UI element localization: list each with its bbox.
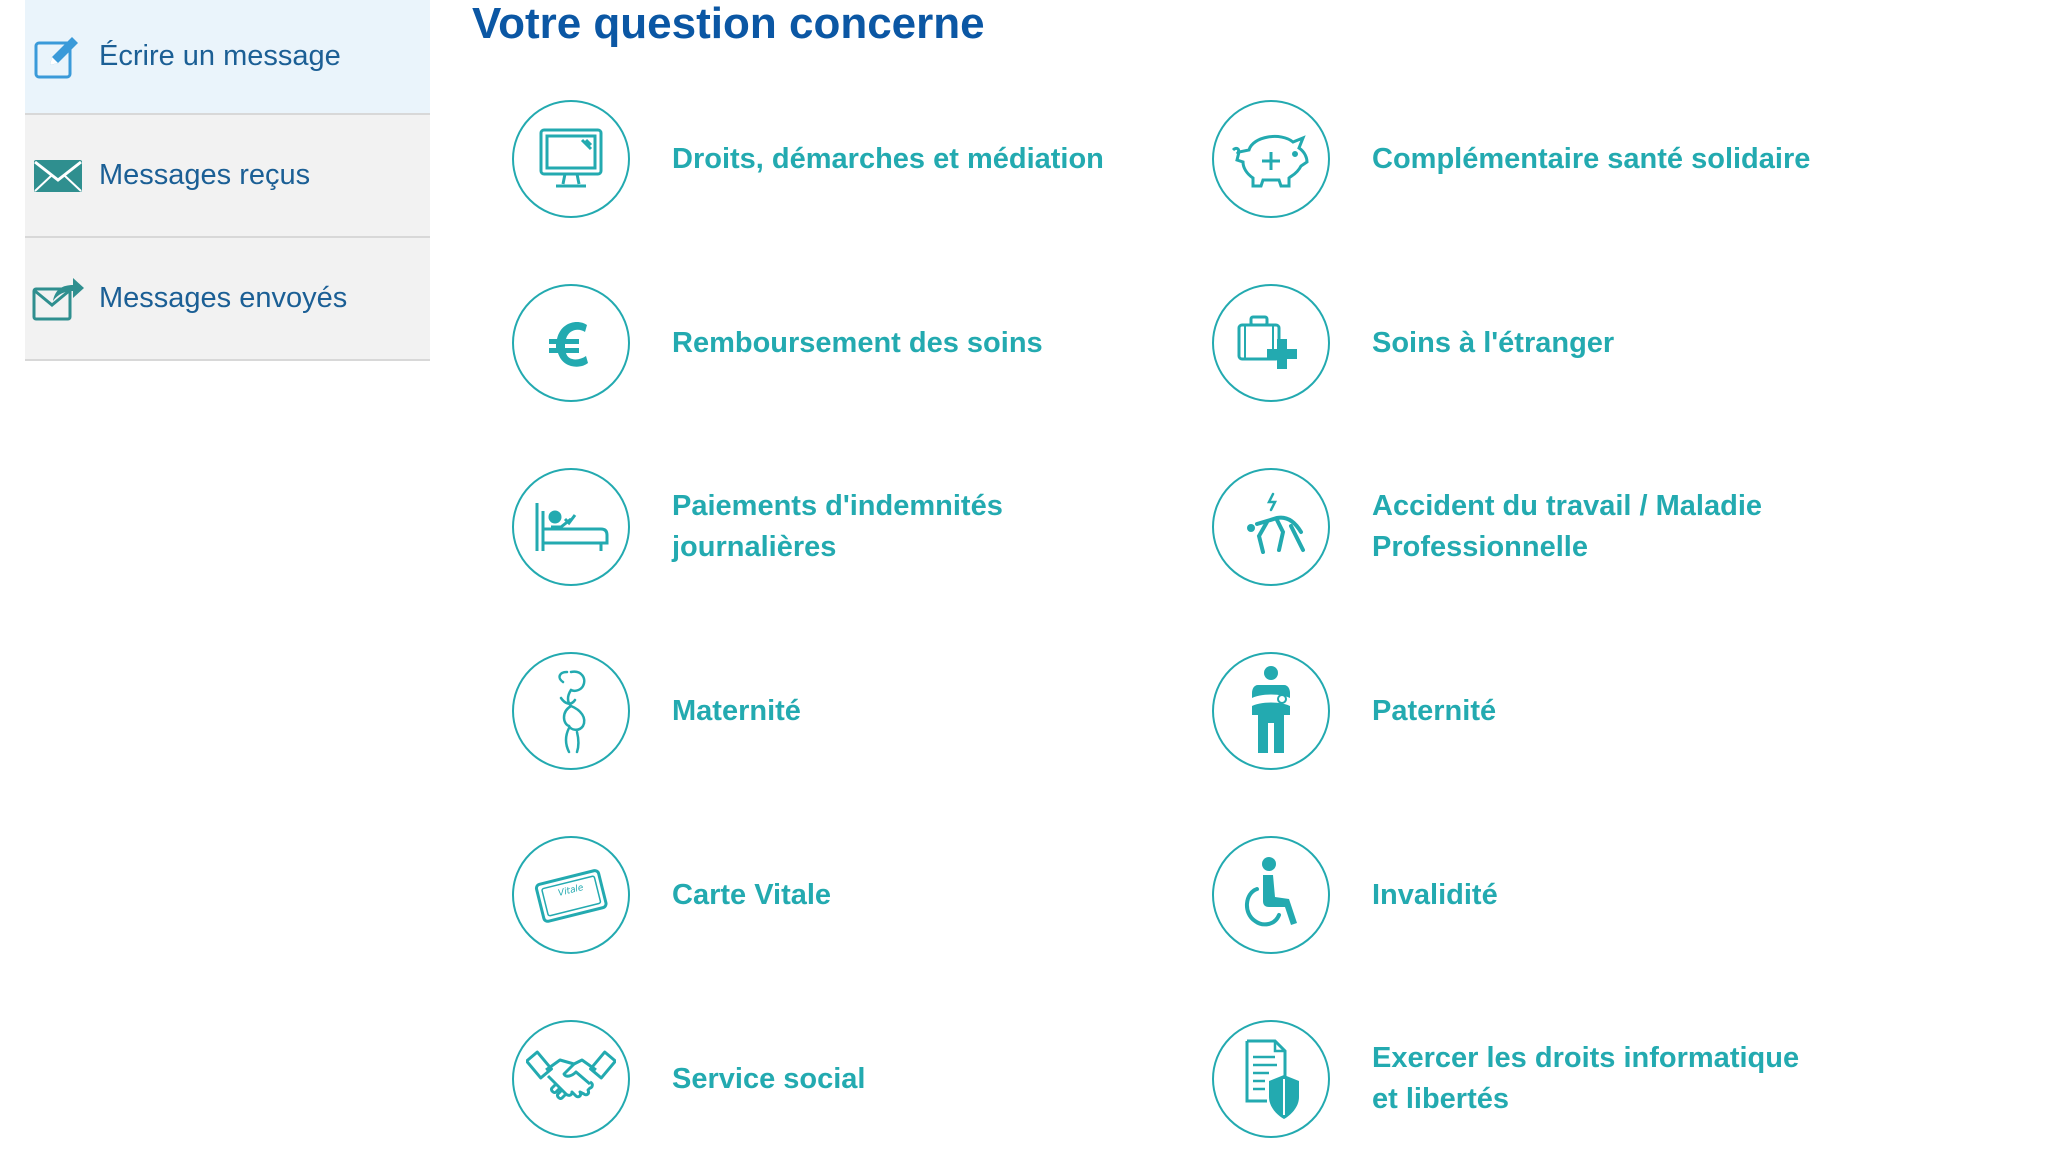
svg-text:Vitale: Vitale (557, 883, 585, 899)
topic-invalidite[interactable]: Invalidité (1212, 836, 1498, 954)
topic-label: Soins à l'étranger (1372, 326, 1615, 359)
handshake-icon (512, 1020, 630, 1138)
father-baby-icon (1212, 652, 1330, 770)
topic-label: Maternité (672, 694, 801, 727)
envelope-icon (29, 147, 87, 205)
sidebar-item-label: Écrire un message (99, 40, 341, 72)
falling-person-icon (1212, 468, 1330, 586)
document-shield-icon (1212, 1020, 1330, 1138)
topic-paternite[interactable]: Paternité (1212, 652, 1496, 770)
page-title: Votre question concerne (472, 0, 985, 48)
pencil-edit-icon (29, 28, 87, 86)
sidebar-item-received-messages[interactable]: Messages reçus (25, 115, 430, 238)
wheelchair-icon (1212, 836, 1330, 954)
vitale-card-icon: Vitale (512, 836, 630, 954)
suitcase-medical-icon (1212, 284, 1330, 402)
send-message-icon (29, 270, 87, 328)
sidebar-item-sent-messages[interactable]: Messages envoyés (25, 238, 430, 361)
topic-complementaire-sante[interactable]: Complémentaire santé solidaire (1212, 100, 1810, 218)
computer-monitor-icon (512, 100, 630, 218)
sidebar-item-label: Messages reçus (99, 159, 311, 191)
sidebar-nav: Écrire un message Messages reçus Message… (25, 0, 430, 361)
topic-label: Paternité (1372, 694, 1497, 727)
topic-service-social[interactable]: Service social (512, 1020, 865, 1138)
topic-label: Droits, démarches et médiation (672, 142, 1104, 175)
topic-label: Complémentaire santé solidaire (1372, 142, 1811, 175)
piggy-bank-plus-icon (1212, 100, 1330, 218)
topic-carte-vitale[interactable]: Vitale Carte Vitale (512, 836, 831, 954)
topic-maternite[interactable]: Maternité (512, 652, 801, 770)
pregnant-woman-icon (512, 652, 630, 770)
main-content: Votre question concerne Droits, démarche… (472, 0, 2032, 1138)
topic-accident-travail[interactable]: Accident du travail / Maladie Profession… (1212, 468, 1812, 586)
topic-label: Carte Vitale (672, 878, 832, 911)
topic-label: Invalidité (1372, 878, 1498, 911)
topic-soins-etranger[interactable]: Soins à l'étranger (1212, 284, 1614, 402)
topic-indemnites-journalieres[interactable]: Paiements d'indemnités journalières (512, 468, 1112, 586)
hospital-bed-icon (512, 468, 630, 586)
topic-label: Service social (672, 1062, 866, 1095)
topic-label: Accident du travail / Maladie Profession… (1372, 490, 1762, 563)
sidebar-item-write-message[interactable]: Écrire un message (25, 0, 430, 115)
topic-label: Paiements d'indemnités journalières (672, 490, 1003, 563)
euro-icon (512, 284, 630, 402)
topic-remboursement-soins[interactable]: Remboursement des soins (512, 284, 1043, 402)
topic-droits-demarches[interactable]: Droits, démarches et médiation (512, 100, 1104, 218)
topic-droits-informatique-libertes[interactable]: Exercer les droits informatique et liber… (1212, 1020, 1812, 1138)
topic-label: Remboursement des soins (672, 326, 1043, 359)
sidebar-item-label: Messages envoyés (99, 282, 348, 314)
topic-label: Exercer les droits informatique et liber… (1372, 1042, 1800, 1115)
